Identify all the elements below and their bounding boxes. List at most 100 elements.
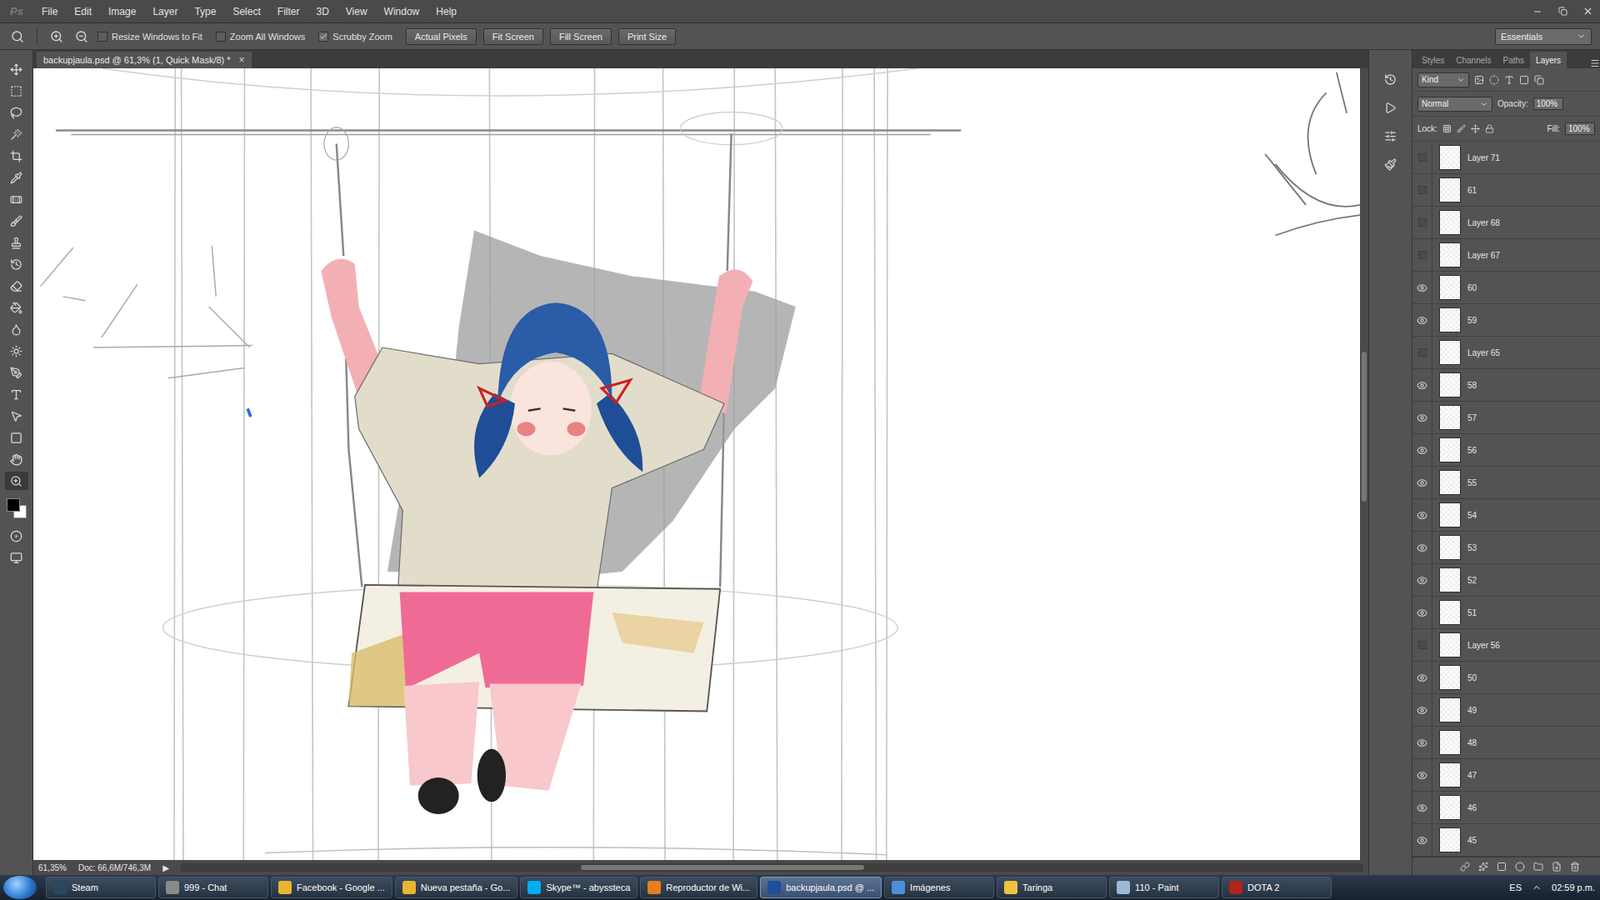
filter-shape[interactable] (1519, 75, 1530, 85)
screen-mode-button[interactable] (5, 548, 29, 567)
taskbar-item[interactable]: Taringa (996, 876, 1107, 899)
tool-button[interactable] (5, 146, 29, 165)
tray-expand-icon[interactable] (1531, 882, 1542, 893)
brush-panel-button[interactable] (1379, 155, 1403, 174)
option-button[interactable]: Actual Pixels (405, 28, 477, 45)
visibility-toggle[interactable] (1412, 629, 1433, 661)
visibility-toggle[interactable] (1412, 336, 1433, 369)
visibility-toggle[interactable] (1412, 239, 1433, 271)
layer-row[interactable]: 52 (1412, 564, 1600, 597)
tool-button[interactable] (5, 233, 29, 252)
layer-row[interactable]: 57 (1412, 401, 1600, 435)
visibility-toggle[interactable] (1412, 271, 1433, 304)
clock[interactable]: 02:59 p.m. (1551, 882, 1595, 893)
scroll-thumb[interactable] (1361, 351, 1367, 502)
layer-row[interactable]: 53 (1412, 531, 1600, 565)
panel-tab[interactable]: Styles (1415, 51, 1450, 69)
taskbar-item[interactable]: backupjaula.psd @ ... (760, 876, 882, 899)
workspace-select[interactable]: Essentials (1495, 28, 1592, 45)
language-indicator[interactable]: ES (1509, 882, 1522, 893)
adjustments-panel-button[interactable] (1379, 126, 1403, 145)
visibility-toggle[interactable] (1412, 694, 1433, 726)
layer-row[interactable]: 50 (1412, 661, 1600, 695)
panel-tab[interactable]: Layers (1530, 51, 1567, 69)
visibility-toggle[interactable] (1412, 206, 1433, 239)
filter-adjustment[interactable] (1489, 75, 1500, 85)
visibility-toggle[interactable] (1412, 791, 1433, 824)
panel-tab[interactable]: Channels (1450, 51, 1497, 69)
visibility-toggle[interactable] (1412, 596, 1433, 629)
zoom-tool-preset[interactable] (8, 27, 27, 46)
tool-button[interactable] (5, 255, 29, 274)
folder-icon[interactable] (1533, 861, 1544, 872)
tool-button[interactable] (5, 320, 29, 339)
layer-row[interactable]: 59 (1412, 304, 1600, 337)
taskbar-item[interactable]: Imágenes (884, 876, 995, 899)
layer-row[interactable]: 58 (1412, 369, 1600, 402)
visibility-toggle[interactable] (1412, 499, 1433, 531)
opacity-field[interactable]: 100% (1533, 97, 1564, 110)
tool-button[interactable] (5, 276, 29, 295)
scroll-thumb[interactable] (580, 865, 865, 870)
taskbar-item[interactable]: Reproductor de Wi... (640, 876, 758, 899)
menu-item[interactable]: Help (427, 2, 465, 21)
tool-button[interactable] (5, 60, 29, 79)
menu-item[interactable]: Window (375, 2, 429, 21)
option-button[interactable]: Fit Screen (483, 28, 544, 45)
option-checkbox[interactable]: Zoom All Windows (215, 31, 305, 42)
menu-item[interactable]: File (33, 2, 66, 21)
layer-row[interactable]: Layer 68 (1412, 206, 1600, 240)
layer-row[interactable]: 47 (1412, 759, 1600, 792)
checkbox-box[interactable] (215, 31, 226, 42)
taskbar-item[interactable]: 110 - Paint (1109, 876, 1220, 899)
option-button[interactable]: Print Size (618, 28, 676, 45)
layer-row[interactable]: Layer 65 (1412, 336, 1600, 370)
tool-button[interactable] (5, 385, 29, 404)
tool-button[interactable] (5, 406, 29, 425)
color-swatches[interactable] (5, 496, 29, 520)
lock-position[interactable] (1470, 124, 1480, 134)
document-tab[interactable]: backupjaula.psd @ 61,3% (1, Quick Mask/8… (36, 51, 252, 69)
tool-button[interactable] (5, 363, 29, 382)
layer-row[interactable]: 45 (1412, 824, 1600, 857)
start-button[interactable] (3, 875, 37, 900)
menu-item[interactable]: Filter (269, 2, 309, 21)
panel-tab[interactable]: Paths (1497, 51, 1531, 69)
tool-button[interactable] (5, 211, 29, 230)
layer-row[interactable]: Layer 71 (1412, 141, 1600, 175)
visibility-toggle[interactable] (1412, 726, 1433, 759)
checkbox-box[interactable] (318, 31, 329, 42)
filter-select[interactable]: Kind (1417, 72, 1470, 88)
visibility-toggle[interactable] (1412, 434, 1433, 466)
visibility-toggle[interactable] (1412, 174, 1433, 206)
tool-button[interactable] (5, 103, 29, 122)
minimize-button[interactable] (1525, 2, 1550, 21)
checkbox-box[interactable] (97, 31, 108, 42)
tab-close[interactable]: × (239, 54, 245, 66)
layer-row[interactable]: 60 (1412, 271, 1600, 305)
taskbar-item[interactable]: Skype™ - abyssteca (520, 876, 638, 899)
menu-item[interactable]: Select (224, 2, 269, 21)
layer-row[interactable]: 46 (1412, 791, 1600, 825)
vertical-scrollbar[interactable] (1360, 68, 1369, 860)
tool-button[interactable] (5, 125, 29, 144)
tool-button[interactable] (5, 190, 29, 209)
taskbar-item[interactable]: Nueva pestaña - Go... (395, 876, 519, 899)
actions-panel-button[interactable] (1379, 98, 1403, 117)
tool-button[interactable] (5, 168, 29, 187)
visibility-toggle[interactable] (1412, 824, 1433, 856)
link-icon[interactable] (1460, 861, 1470, 872)
layer-row[interactable]: Layer 56 (1412, 629, 1600, 662)
layer-row[interactable]: 49 (1412, 694, 1600, 727)
taskbar-item[interactable]: Facebook - Google ... (270, 876, 393, 899)
tool-button[interactable] (5, 81, 29, 100)
visibility-toggle[interactable] (1412, 304, 1433, 336)
status-menu-arrow[interactable]: ▶ (162, 863, 170, 873)
tool-button[interactable] (5, 471, 29, 490)
trash-icon[interactable] (1570, 861, 1580, 872)
visibility-toggle[interactable] (1412, 466, 1433, 499)
lock-transparent[interactable] (1442, 124, 1452, 134)
visibility-toggle[interactable] (1412, 661, 1433, 694)
taskbar-item[interactable]: DOTA 2 (1221, 876, 1332, 899)
horizontal-scrollbar[interactable] (180, 863, 1364, 872)
